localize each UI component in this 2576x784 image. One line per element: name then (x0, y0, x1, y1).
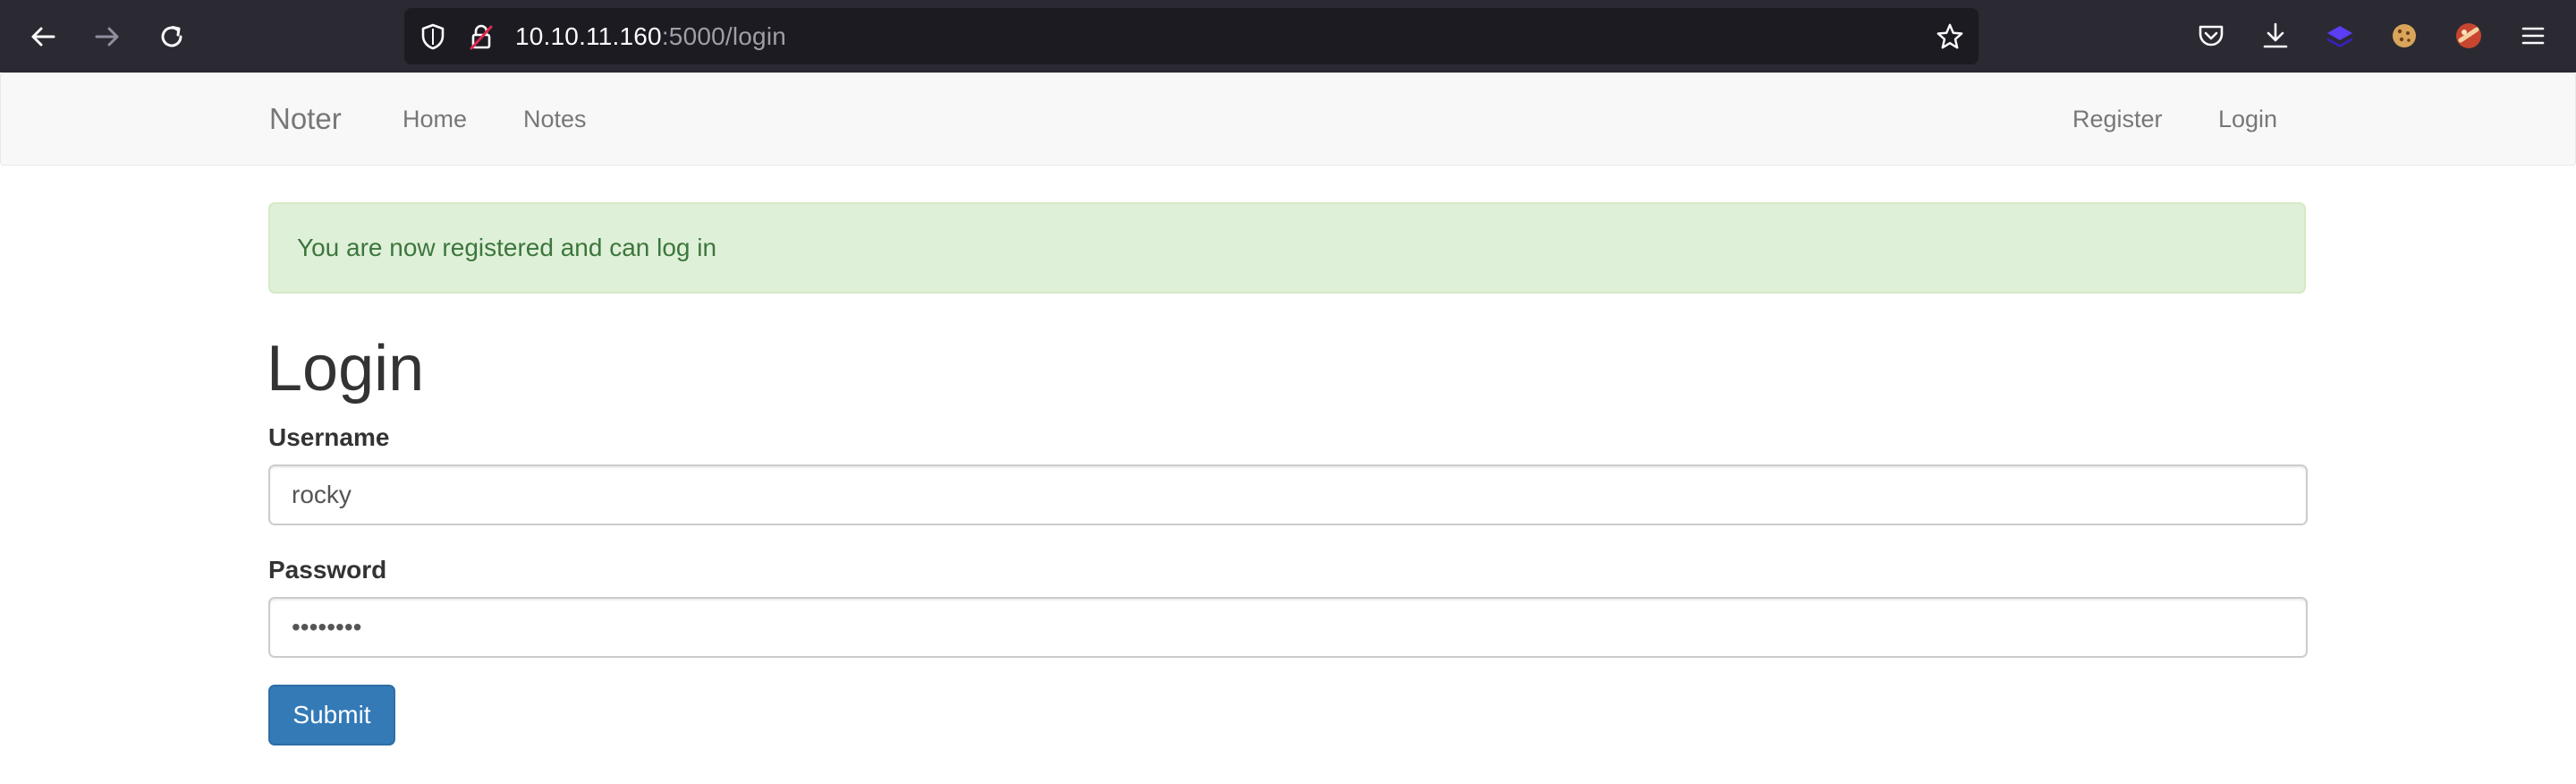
bookmark-star-icon[interactable] (1936, 22, 1964, 51)
forward-button[interactable] (87, 16, 128, 57)
url-path: :5000/login (661, 22, 787, 50)
password-input[interactable] (268, 597, 2308, 658)
site-navbar: Noter Home Notes Register Login (0, 72, 2576, 166)
url-text[interactable]: 10.10.11.160:5000/login (515, 8, 786, 64)
reload-icon (161, 26, 182, 47)
page-title: Login (267, 333, 425, 405)
browser-toolbar: 10.10.11.160:5000/login (0, 0, 2576, 72)
back-arrow-icon (31, 27, 55, 47)
insecure-lock-icon[interactable] (467, 22, 496, 51)
tracking-protection-shield-icon[interactable] (419, 22, 447, 51)
forward-arrow-icon (95, 27, 119, 47)
nav-link-notes[interactable]: Notes (523, 73, 587, 165)
url-host: 10.10.11.160 (515, 22, 662, 50)
submit-button[interactable]: Submit (268, 685, 395, 746)
cookie-extension-icon[interactable] (2385, 16, 2424, 55)
username-input[interactable] (268, 464, 2308, 525)
back-button[interactable] (22, 16, 64, 57)
nav-link-login[interactable]: Login (2218, 73, 2277, 165)
hamburger-menu-icon[interactable] (2513, 16, 2553, 55)
username-label: Username (268, 423, 390, 451)
pocket-icon[interactable] (2191, 16, 2231, 55)
navbar-brand[interactable]: Noter (269, 73, 342, 165)
extension-icon[interactable] (2449, 16, 2488, 55)
success-alert: You are now registered and can log in (268, 202, 2306, 294)
reload-button[interactable] (151, 16, 192, 57)
nav-link-home[interactable]: Home (402, 73, 467, 165)
extension-icon[interactable] (2320, 16, 2360, 55)
password-label: Password (268, 556, 387, 584)
download-icon[interactable] (2256, 16, 2295, 55)
address-bar[interactable]: 10.10.11.160:5000/login (404, 8, 1979, 64)
nav-link-register[interactable]: Register (2072, 73, 2163, 165)
